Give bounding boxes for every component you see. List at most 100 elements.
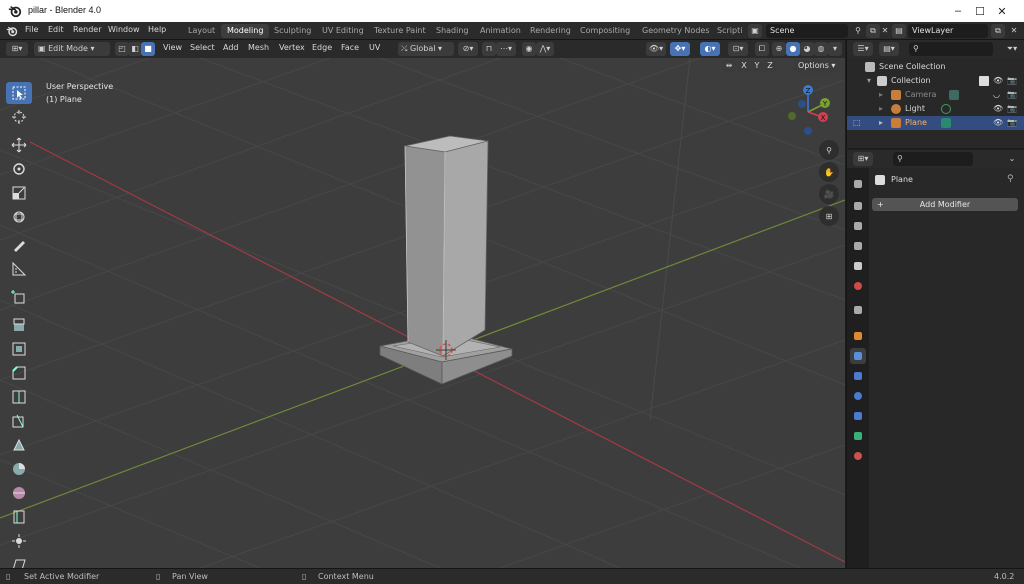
select-mode-edge-icon[interactable]: ◧ bbox=[128, 42, 142, 56]
menu-file[interactable]: File bbox=[25, 25, 38, 34]
tool-shrink-fatten[interactable] bbox=[6, 530, 32, 552]
tab-scripting[interactable]: Scripti bbox=[711, 24, 748, 38]
viewlayer-name-field[interactable]: ViewLayer bbox=[908, 24, 988, 38]
tab-rendering[interactable]: Rendering bbox=[524, 24, 577, 38]
camera-view-icon[interactable]: 🎥 bbox=[819, 184, 839, 204]
tool-loop-cut[interactable] bbox=[6, 386, 32, 408]
show-overlays-icon[interactable]: ◐▾ bbox=[700, 42, 720, 56]
outliner-search-field[interactable]: ⚲ bbox=[909, 42, 993, 56]
shading-material-icon[interactable]: ◕ bbox=[800, 42, 814, 56]
tab-animation[interactable]: Animation bbox=[474, 24, 527, 38]
tab-layout[interactable]: Layout bbox=[182, 24, 221, 38]
delete-viewlayer-icon[interactable]: ✕ bbox=[1007, 24, 1021, 38]
tool-add-cube[interactable] bbox=[6, 286, 32, 308]
shading-options-icon[interactable]: ▾ bbox=[828, 42, 842, 56]
expand-arrow-icon[interactable]: ▸ bbox=[879, 118, 883, 127]
tab-physics[interactable] bbox=[850, 388, 866, 404]
xray-toggle-icon[interactable]: ⧠ bbox=[755, 42, 769, 56]
tool-move[interactable] bbox=[6, 134, 32, 156]
tool-annotate[interactable] bbox=[6, 234, 32, 256]
snap-target-icon[interactable]: ⋯▾ bbox=[496, 42, 516, 56]
menu-select[interactable]: Select bbox=[190, 43, 215, 52]
tab-compositing[interactable]: Compositing bbox=[574, 24, 636, 38]
visibility-eye-icon[interactable]: 👁 bbox=[993, 76, 1003, 85]
proportional-editing-icon[interactable]: ◉ bbox=[522, 42, 536, 56]
transform-orientation-selector[interactable]: ⤯ Global ▾ bbox=[398, 42, 454, 56]
tool-cursor[interactable] bbox=[6, 106, 32, 128]
tab-tool[interactable] bbox=[850, 176, 866, 192]
tool-edge-slide[interactable] bbox=[6, 506, 32, 528]
outliner-row-camera[interactable]: ▸ Camera ◡ 📷 bbox=[847, 88, 1024, 102]
zoom-icon[interactable]: ⚲ bbox=[819, 140, 839, 160]
add-modifier-button[interactable]: + Add Modifier bbox=[872, 198, 1018, 211]
perspective-grid-icon[interactable]: ⊞ bbox=[819, 206, 839, 226]
outliner-row-light[interactable]: ▸ Light 👁 📷 bbox=[847, 102, 1024, 116]
visibility-eye-icon[interactable]: 👁 bbox=[993, 118, 1003, 127]
tool-measure[interactable] bbox=[6, 258, 32, 280]
tab-view-layer[interactable] bbox=[850, 238, 866, 254]
menu-edit[interactable]: Edit bbox=[48, 25, 64, 34]
tab-shading[interactable]: Shading bbox=[430, 24, 475, 38]
menu-face[interactable]: Face bbox=[341, 43, 359, 52]
tab-object[interactable] bbox=[850, 328, 866, 344]
scene-selector-icon[interactable]: ▣ bbox=[748, 24, 762, 38]
tool-select-box[interactable] bbox=[6, 82, 32, 104]
3d-viewport[interactable]: User Perspective (1) Plane Z Y X ⚲ ✋ 🎥 ⊞ bbox=[0, 58, 845, 568]
tab-constraints[interactable] bbox=[850, 408, 866, 424]
edit-mode-icon[interactable]: ⬚ bbox=[853, 118, 861, 127]
select-mode-face-icon[interactable]: ■ bbox=[141, 42, 155, 56]
tool-transform[interactable] bbox=[6, 206, 32, 228]
exclude-checkbox[interactable] bbox=[979, 76, 989, 86]
properties-options-icon[interactable]: ⌄ bbox=[1005, 152, 1019, 166]
blender-menu-icon[interactable] bbox=[6, 25, 18, 37]
tool-rotate[interactable] bbox=[6, 158, 32, 180]
properties-search-field[interactable]: ⚲ bbox=[893, 152, 973, 166]
tab-data[interactable] bbox=[850, 428, 866, 444]
tab-uv-editing[interactable]: UV Editing bbox=[316, 24, 370, 38]
display-mode-icon[interactable]: ▤▾ bbox=[879, 42, 899, 56]
visibility-eye-icon[interactable]: 👁 bbox=[993, 104, 1003, 113]
proportional-falloff-icon[interactable]: ⋀▾ bbox=[536, 42, 554, 56]
tab-collection[interactable] bbox=[850, 302, 866, 318]
tab-material[interactable] bbox=[850, 448, 866, 464]
tab-world[interactable] bbox=[850, 278, 866, 294]
tool-extrude[interactable] bbox=[6, 314, 32, 336]
options-dropdown[interactable]: Options ▾ bbox=[794, 59, 840, 73]
delete-scene-icon[interactable]: ✕ bbox=[878, 24, 892, 38]
tab-modifiers[interactable] bbox=[850, 348, 866, 364]
pin-icon[interactable]: ⚲ bbox=[1007, 174, 1014, 184]
new-viewlayer-icon[interactable]: ⧉ bbox=[991, 24, 1005, 38]
tool-spin[interactable] bbox=[6, 458, 32, 480]
menu-view[interactable]: View bbox=[163, 43, 182, 52]
tool-inset[interactable] bbox=[6, 338, 32, 360]
visibility-hidden-icon[interactable]: ◡ bbox=[993, 90, 1000, 99]
mirror-icon[interactable]: ⇹ bbox=[722, 60, 736, 72]
tab-geometry-nodes[interactable]: Geometry Nodes bbox=[636, 24, 715, 38]
shading-solid-icon[interactable]: ● bbox=[786, 42, 800, 56]
mesh-edit-overlays-icon[interactable]: ⊡▾ bbox=[728, 42, 748, 56]
pin-icon[interactable]: ⚲ bbox=[851, 24, 865, 38]
menu-mesh[interactable]: Mesh bbox=[248, 43, 269, 52]
mirror-x-toggle[interactable]: X bbox=[738, 60, 750, 72]
show-gizmo-icon[interactable]: ✥▾ bbox=[670, 42, 690, 56]
tool-smooth[interactable] bbox=[6, 482, 32, 504]
tool-scale[interactable] bbox=[6, 182, 32, 204]
tab-render[interactable] bbox=[850, 198, 866, 214]
select-mode-vertex-icon[interactable]: ◰ bbox=[115, 42, 129, 56]
tab-texture-paint[interactable]: Texture Paint bbox=[368, 24, 432, 38]
mirror-z-toggle[interactable]: Z bbox=[764, 60, 776, 72]
menu-uv[interactable]: UV bbox=[369, 43, 380, 52]
tool-bevel[interactable] bbox=[6, 362, 32, 384]
mirror-y-toggle[interactable]: Y bbox=[751, 60, 763, 72]
shading-wireframe-icon[interactable]: ⊕ bbox=[772, 42, 786, 56]
navigation-gizmo[interactable]: Z Y X bbox=[780, 84, 836, 140]
menu-edge[interactable]: Edge bbox=[312, 43, 332, 52]
tab-sculpting[interactable]: Sculpting bbox=[268, 24, 317, 38]
outliner-row-scene-collection[interactable]: Scene Collection bbox=[847, 60, 1024, 74]
outliner-row-collection[interactable]: ▾ Collection 👁 📷 bbox=[847, 74, 1024, 88]
render-camera-icon[interactable]: 📷 bbox=[1007, 118, 1017, 127]
viewlayer-icon[interactable]: ▤ bbox=[892, 24, 906, 38]
scene-name-field[interactable]: Scene bbox=[766, 24, 848, 38]
expand-arrow-icon[interactable]: ▸ bbox=[879, 90, 883, 99]
menu-vertex[interactable]: Vertex bbox=[279, 43, 305, 52]
